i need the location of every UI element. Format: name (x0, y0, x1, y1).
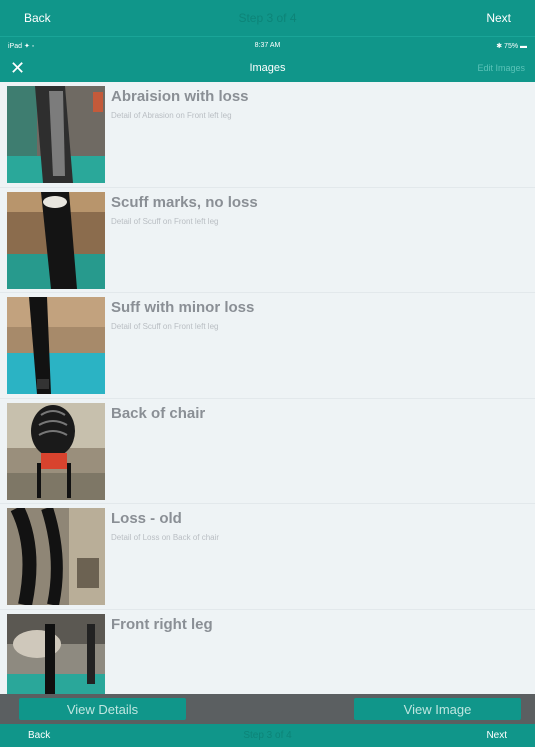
image-thumbnail (7, 191, 105, 289)
bottom-step-label: Step 3 of 4 (243, 730, 292, 741)
image-subtitle: Detail of Loss on Back of chair (111, 533, 220, 542)
view-image-button[interactable]: View Image (354, 698, 521, 720)
image-thumbnail (7, 508, 105, 605)
image-thumbnail (7, 613, 105, 694)
images-header: ✕ Images Edit Images (0, 54, 535, 82)
image-thumbnail (7, 402, 105, 500)
list-item[interactable]: Scuff marks, no loss Detail of Scuff on … (0, 188, 535, 293)
image-subtitle: Detail of Abrasion on Front left leg (111, 111, 232, 120)
list-item[interactable]: Back of chair (0, 399, 535, 504)
image-thumbnail (7, 297, 105, 394)
view-details-button[interactable]: View Details (19, 698, 186, 720)
bottom-next-button[interactable]: Next (486, 730, 507, 741)
image-title: Front right leg (111, 615, 213, 633)
image-thumbnail (7, 86, 105, 183)
list-item[interactable]: Loss - old Detail of Loss on Back of cha… (0, 504, 535, 610)
image-subtitle: Detail of Scuff on Front left leg (111, 216, 219, 226)
image-title: Back of chair (111, 404, 206, 422)
image-subtitle: Detail of Scuff on Front left leg (111, 322, 219, 331)
image-title: Loss - old (111, 510, 182, 527)
image-title: Scuff marks, no loss (111, 193, 258, 211)
image-title: Suff with minor loss (111, 299, 255, 316)
image-title: Abraision with loss (111, 88, 249, 105)
header-title: Images (249, 62, 286, 74)
list-item[interactable]: Front right leg (0, 610, 535, 694)
bottom-back-button[interactable]: Back (28, 730, 50, 741)
top-next-button[interactable]: Next (486, 11, 511, 25)
close-icon[interactable]: ✕ (10, 58, 34, 79)
bottom-nav: Back Step 3 of 4 Next (0, 724, 535, 747)
status-bar: iPad ✦ ◦ 8:37 AM ✱ 75% ▬ (0, 36, 535, 54)
list-item[interactable]: Abraision with loss Detail of Abrasion o… (0, 82, 535, 188)
top-nav: Back Step 3 of 4 Next (0, 0, 535, 36)
list-item[interactable]: Suff with minor loss Detail of Scuff on … (0, 293, 535, 399)
top-back-button[interactable]: Back (24, 11, 51, 25)
image-list[interactable]: Abraision with loss Detail of Abrasion o… (0, 82, 535, 694)
top-step-label: Step 3 of 4 (238, 11, 297, 25)
edit-images-button[interactable]: Edit Images (477, 63, 525, 73)
bottom-action-bar: View Details View Image (0, 694, 535, 724)
status-time: 8:37 AM (254, 42, 281, 49)
